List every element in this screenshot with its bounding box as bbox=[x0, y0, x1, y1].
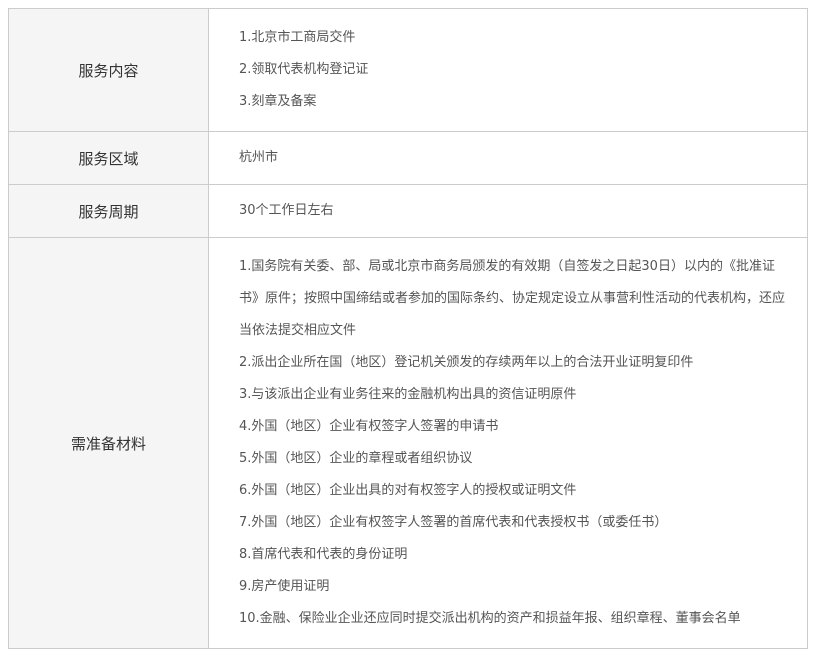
service-period-text: 30个工作日左右 bbox=[239, 203, 334, 218]
list-item: 4.外国（地区）企业有权签字人签署的申请书 bbox=[239, 419, 499, 434]
list-item: 7.外国（地区）企业有权签字人签署的首席代表和代表授权书（或委任书） bbox=[239, 515, 668, 530]
service-period-label: 服务周期 bbox=[8, 184, 209, 238]
list-item: 5.外国（地区）企业的章程或者组织协议 bbox=[239, 451, 473, 466]
required-materials-list: 1.国务院有关委、部、局或北京市商务局颁发的有效期（自签发之日起30日）以内的《… bbox=[209, 238, 807, 648]
service-region-label: 服务区域 bbox=[8, 131, 209, 185]
list-item: 1.北京市工商局交件 bbox=[239, 30, 356, 45]
required-materials-value: 1.国务院有关委、部、局或北京市商务局颁发的有效期（自签发之日起30日）以内的《… bbox=[208, 237, 808, 649]
table-row-required-materials: 需准备材料 1.国务院有关委、部、局或北京市商务局颁发的有效期（自签发之日起30… bbox=[8, 237, 808, 649]
list-item: 2.派出企业所在国（地区）登记机关颁发的存续两年以上的合法开业证明复印件 bbox=[239, 355, 694, 370]
table-row-service-region: 服务区域 杭州市 bbox=[8, 131, 808, 185]
list-item: 6.外国（地区）企业出具的对有权签字人的授权或证明文件 bbox=[239, 483, 577, 498]
table-row-service-period: 服务周期 30个工作日左右 bbox=[8, 184, 808, 238]
service-info-table: 服务内容 1.北京市工商局交件 2.领取代表机构登记证 3.刻章及备案 服务区域… bbox=[8, 8, 808, 649]
list-item: 3.刻章及备案 bbox=[239, 94, 317, 109]
service-region-text: 杭州市 bbox=[239, 150, 279, 165]
service-content-value: 1.北京市工商局交件 2.领取代表机构登记证 3.刻章及备案 bbox=[208, 8, 808, 132]
service-content-list: 1.北京市工商局交件 2.领取代表机构登记证 3.刻章及备案 bbox=[209, 9, 807, 131]
list-item: 10.金融、保险业企业还应同时提交派出机构的资产和损益年报、组织章程、董事会名单 bbox=[239, 611, 741, 626]
list-item: 1.国务院有关委、部、局或北京市商务局颁发的有效期（自签发之日起30日）以内的《… bbox=[239, 259, 786, 338]
list-item: 2.领取代表机构登记证 bbox=[239, 62, 369, 77]
service-region-value: 杭州市 bbox=[208, 131, 808, 185]
list-item: 3.与该派出企业有业务往来的金融机构出具的资信证明原件 bbox=[239, 387, 577, 402]
service-content-label: 服务内容 bbox=[8, 8, 209, 132]
table-row-service-content: 服务内容 1.北京市工商局交件 2.领取代表机构登记证 3.刻章及备案 bbox=[8, 8, 808, 132]
required-materials-label: 需准备材料 bbox=[8, 237, 209, 649]
service-period-value: 30个工作日左右 bbox=[208, 184, 808, 238]
list-item: 9.房产使用证明 bbox=[239, 579, 330, 594]
list-item: 8.首席代表和代表的身份证明 bbox=[239, 547, 408, 562]
